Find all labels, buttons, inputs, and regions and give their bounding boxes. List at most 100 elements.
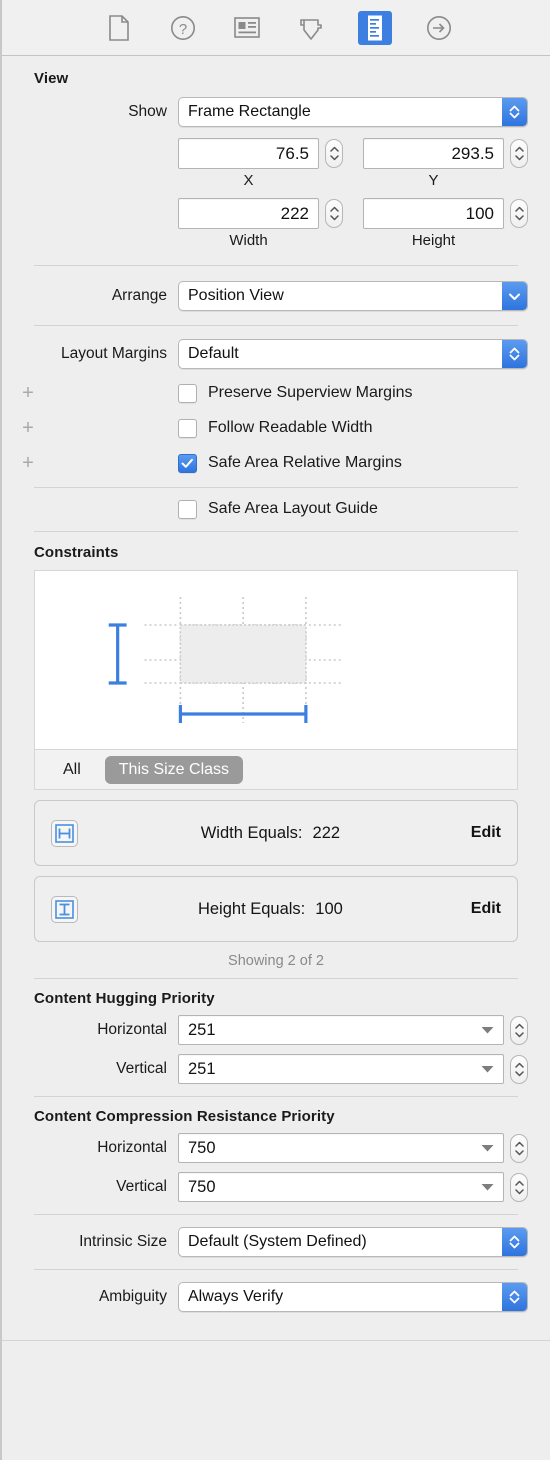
height-input[interactable]: 100 [363,198,504,229]
quick-help-inspector-icon[interactable]: ? [166,11,200,45]
compression-horizontal-value: 750 [188,1138,216,1157]
identity-inspector-icon[interactable] [230,11,264,45]
constraints-diagram[interactable] [34,570,518,750]
constraint-width-label: Width Equals: [200,823,303,842]
constraint-row-width[interactable]: Width Equals: 222 Edit [34,800,518,866]
edit-width-constraint-button[interactable]: Edit [471,824,501,842]
intrinsic-size-row: Intrinsic Size Default (System Defined) [2,1227,550,1257]
y-caption: Y [428,172,439,189]
arrange-value: Position View [188,287,284,304]
layout-margins-popup-button[interactable]: Default [178,339,528,369]
compression-vertical-value: 750 [188,1177,216,1196]
follow-readable-width-checkbox[interactable] [178,418,197,438]
compression-vertical-stepper[interactable] [510,1172,528,1202]
constraint-height-label: Height Equals: [197,899,306,918]
hugging-horizontal-label: Horizontal [97,1021,167,1038]
triangle-down-icon [481,1021,494,1039]
svg-text:?: ? [179,21,187,38]
constraint-width-value: 222 [312,823,341,842]
plus-icon[interactable]: + [18,383,38,403]
hugging-horizontal-stepper[interactable] [510,1015,528,1045]
content-hugging-title: Content Hugging Priority [34,990,215,1007]
arrange-row: Arrange Position View [2,281,550,311]
y-stepper[interactable] [510,139,528,168]
width-constraint-icon [51,819,78,847]
compression-vertical-row: Vertical 750 [2,1172,550,1202]
triangle-down-icon [481,1060,494,1078]
compression-vertical-combo[interactable]: 750 [178,1172,504,1202]
x-stepper[interactable] [325,139,343,168]
hugging-horizontal-row: Horizontal 251 [2,1015,550,1045]
checkbox-row-preserve-superview-margins: + Preserve Superview Margins [2,378,550,408]
chevron-down-icon [502,282,527,310]
compression-vertical-label: Vertical [116,1178,167,1195]
intrinsic-size-popup-button[interactable]: Default (System Defined) [178,1227,528,1257]
edit-height-constraint-button[interactable]: Edit [471,900,501,918]
segment-this-size-class[interactable]: This Size Class [104,755,244,784]
intrinsic-size-value: Default (System Defined) [188,1233,367,1250]
width-stepper[interactable] [325,199,343,228]
triangle-down-icon [481,1178,494,1196]
width-input[interactable]: 222 [178,198,319,229]
chevron-updown-icon [502,340,527,368]
constraints-scope-segmented-control: All This Size Class [34,750,518,790]
plus-icon[interactable]: + [18,453,38,473]
ambiguity-popup-button[interactable]: Always Verify [178,1282,528,1312]
constraints-section-title: Constraints [34,544,119,561]
height-constraint-icon [51,895,78,923]
show-row: Show Frame Rectangle [2,97,550,127]
ambiguity-value: Always Verify [188,1288,284,1305]
hugging-vertical-combo[interactable]: 251 [178,1054,504,1084]
show-value: Frame Rectangle [188,103,311,120]
y-input[interactable]: 293.5 [363,138,504,169]
segment-all[interactable]: All [49,756,95,784]
hugging-vertical-label: Vertical [116,1060,167,1077]
file-inspector-icon[interactable] [102,11,136,45]
preserve-superview-margins-label: Preserve Superview Margins [208,384,413,401]
hugging-vertical-value: 251 [188,1059,216,1078]
compression-horizontal-row: Horizontal 750 [2,1133,550,1163]
hugging-horizontal-value: 251 [188,1020,216,1039]
y-field-group: 293.5 [363,138,528,169]
safe-area-layout-guide-checkbox[interactable] [178,499,197,519]
constraint-width-text: Width Equals: 222 [78,824,471,843]
attributes-inspector-icon[interactable] [294,11,328,45]
plus-icon[interactable]: + [18,418,38,438]
layout-margins-value: Default [188,345,239,362]
hugging-vertical-row: Vertical 251 [2,1054,550,1084]
intrinsic-size-label: Intrinsic Size [79,1233,167,1250]
connections-inspector-icon[interactable] [422,11,456,45]
preserve-superview-margins-checkbox[interactable] [178,383,197,403]
constraint-height-text: Height Equals: 100 [78,900,471,919]
safe-area-relative-margins-checkbox[interactable] [178,453,197,473]
arrange-label: Arrange [111,287,167,304]
chevron-updown-icon [502,1228,527,1256]
arrange-pulldown-button[interactable]: Position View [178,281,528,311]
x-input[interactable]: 76.5 [178,138,319,169]
constraints-showing-count: Showing 2 of 2 [228,953,324,969]
safe-area-layout-guide-label: Safe Area Layout Guide [208,500,378,517]
constraint-height-value: 100 [315,899,343,918]
hugging-vertical-stepper[interactable] [510,1054,528,1084]
hugging-horizontal-combo[interactable]: 251 [178,1015,504,1045]
ambiguity-row: Ambiguity Always Verify [2,1282,550,1312]
layout-margins-row: Layout Margins Default [2,339,550,369]
checkbox-row-follow-readable-width: + Follow Readable Width [2,413,550,443]
constraint-row-height[interactable]: Height Equals: 100 Edit [34,876,518,942]
follow-readable-width-label: Follow Readable Width [208,419,373,436]
compression-horizontal-label: Horizontal [97,1139,167,1156]
height-stepper[interactable] [510,199,528,228]
inspector-toolbar: ? [2,0,550,56]
compression-horizontal-combo[interactable]: 750 [178,1133,504,1163]
ambiguity-label: Ambiguity [98,1288,167,1305]
size-inspector-panel: ? View Show Frame Rectangle 76.5 X 293.5… [0,0,550,1460]
x-field-group: 76.5 [178,138,343,169]
size-inspector-icon[interactable] [358,10,392,45]
checkmark-icon [181,458,193,468]
height-caption: Height [411,232,456,249]
show-popup-button[interactable]: Frame Rectangle [178,97,528,127]
height-field-group: 100 [363,198,528,229]
chevron-updown-icon [502,98,527,126]
x-caption: X [243,172,254,189]
compression-horizontal-stepper[interactable] [510,1133,528,1163]
